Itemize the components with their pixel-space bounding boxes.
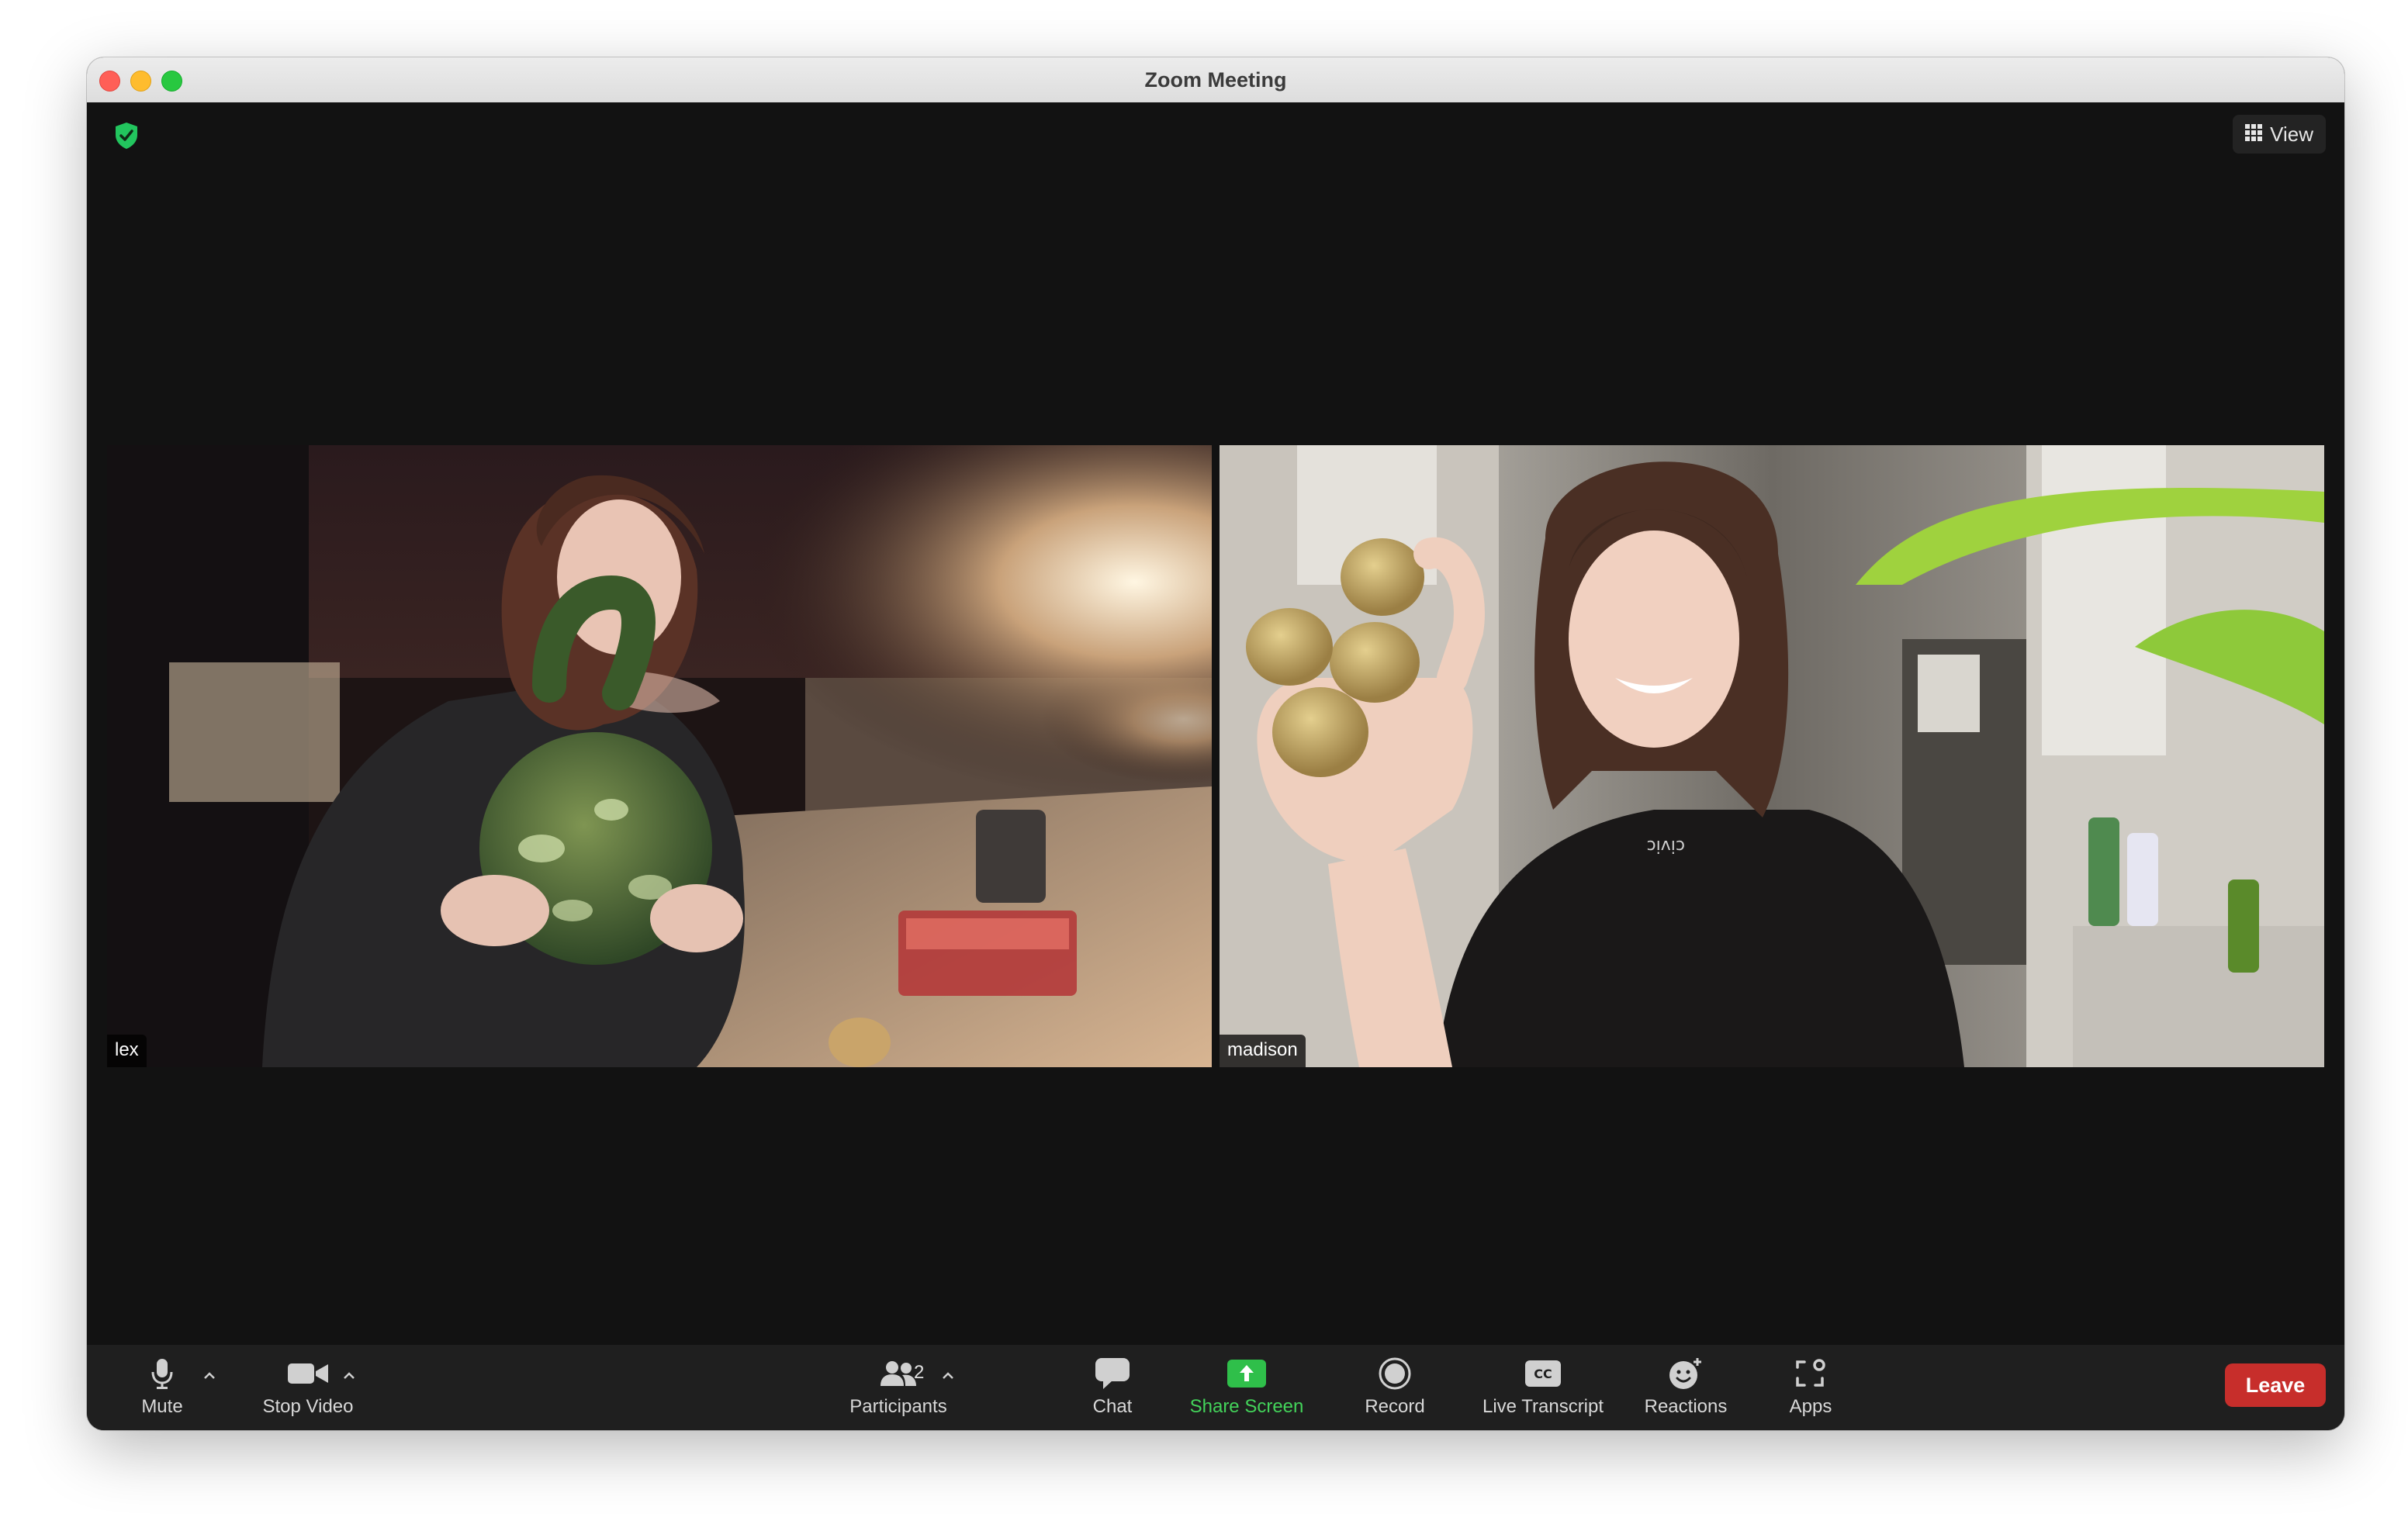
smiley-add-icon [1668,1354,1704,1393]
chat-bubble-icon [1095,1354,1130,1393]
reactions-button[interactable]: Reactions [1628,1354,1744,1424]
meeting-controls-toolbar: Mute Stop Video Participants 2 Chat Shar… [87,1345,2344,1430]
participants-count-badge: 2 [914,1362,925,1383]
mute-button[interactable]: Mute [121,1354,203,1424]
apps-button[interactable]: Apps [1764,1354,1857,1424]
apps-icon [1795,1354,1826,1393]
participants-label: Participants [849,1396,947,1417]
participant-name-madison: madison [1220,1035,1306,1067]
video-tile-madison[interactable]: civic madison [1220,445,2324,1067]
zoom-window: Zoom Meeting View lex civic madison Mute… [87,57,2344,1430]
mute-label: Mute [141,1396,183,1417]
meeting-area: View lex civic madison [87,102,2344,1345]
video-options-chevron-up-icon[interactable] [341,1368,358,1385]
reactions-label: Reactions [1644,1396,1728,1417]
screenshot-stage: Zoom Meeting View lex civic madison Mute… [0,0,2408,1531]
cc-icon: CC [1525,1354,1561,1393]
window-title: Zoom Meeting [1144,68,1287,92]
share-screen-label: Share Screen [1189,1396,1304,1417]
live-transcript-label: Live Transcript [1482,1396,1604,1417]
chat-button[interactable]: Chat [1066,1354,1159,1424]
chat-label: Chat [1092,1396,1133,1417]
live-transcript-button[interactable]: CC Live Transcript [1463,1354,1623,1424]
leave-meeting-button[interactable]: Leave [2225,1363,2326,1407]
stop-video-label: Stop Video [262,1396,354,1417]
video-tile-lex[interactable]: lex [107,445,1212,1067]
people-icon [879,1354,918,1393]
record-label: Record [1365,1396,1425,1417]
record-icon [1379,1354,1411,1393]
share-screen-icon [1227,1354,1266,1393]
view-button[interactable]: View [2233,115,2326,154]
participants-options-chevron-up-icon[interactable] [940,1368,957,1385]
stop-video-button[interactable]: Stop Video [242,1354,374,1424]
security-shield-icon[interactable] [113,121,140,150]
view-label: View [2270,122,2313,146]
video-feed-madison: civic [1220,445,2324,1067]
apps-label: Apps [1789,1396,1832,1417]
video-feed-lex [107,445,1212,1067]
record-button[interactable]: Record [1341,1354,1449,1424]
svg-text:CC: CC [1534,1367,1552,1381]
grid-icon [2245,123,2263,147]
share-screen-button[interactable]: Share Screen [1181,1354,1313,1424]
microphone-icon [151,1354,173,1393]
participants-button[interactable]: Participants [827,1354,970,1424]
participant-name-lex: lex [107,1035,147,1067]
title-bar[interactable]: Zoom Meeting [87,57,2344,103]
svg-text:civic: civic [1647,836,1685,855]
audio-options-chevron-up-icon[interactable] [202,1368,219,1385]
video-camera-icon [288,1354,328,1393]
